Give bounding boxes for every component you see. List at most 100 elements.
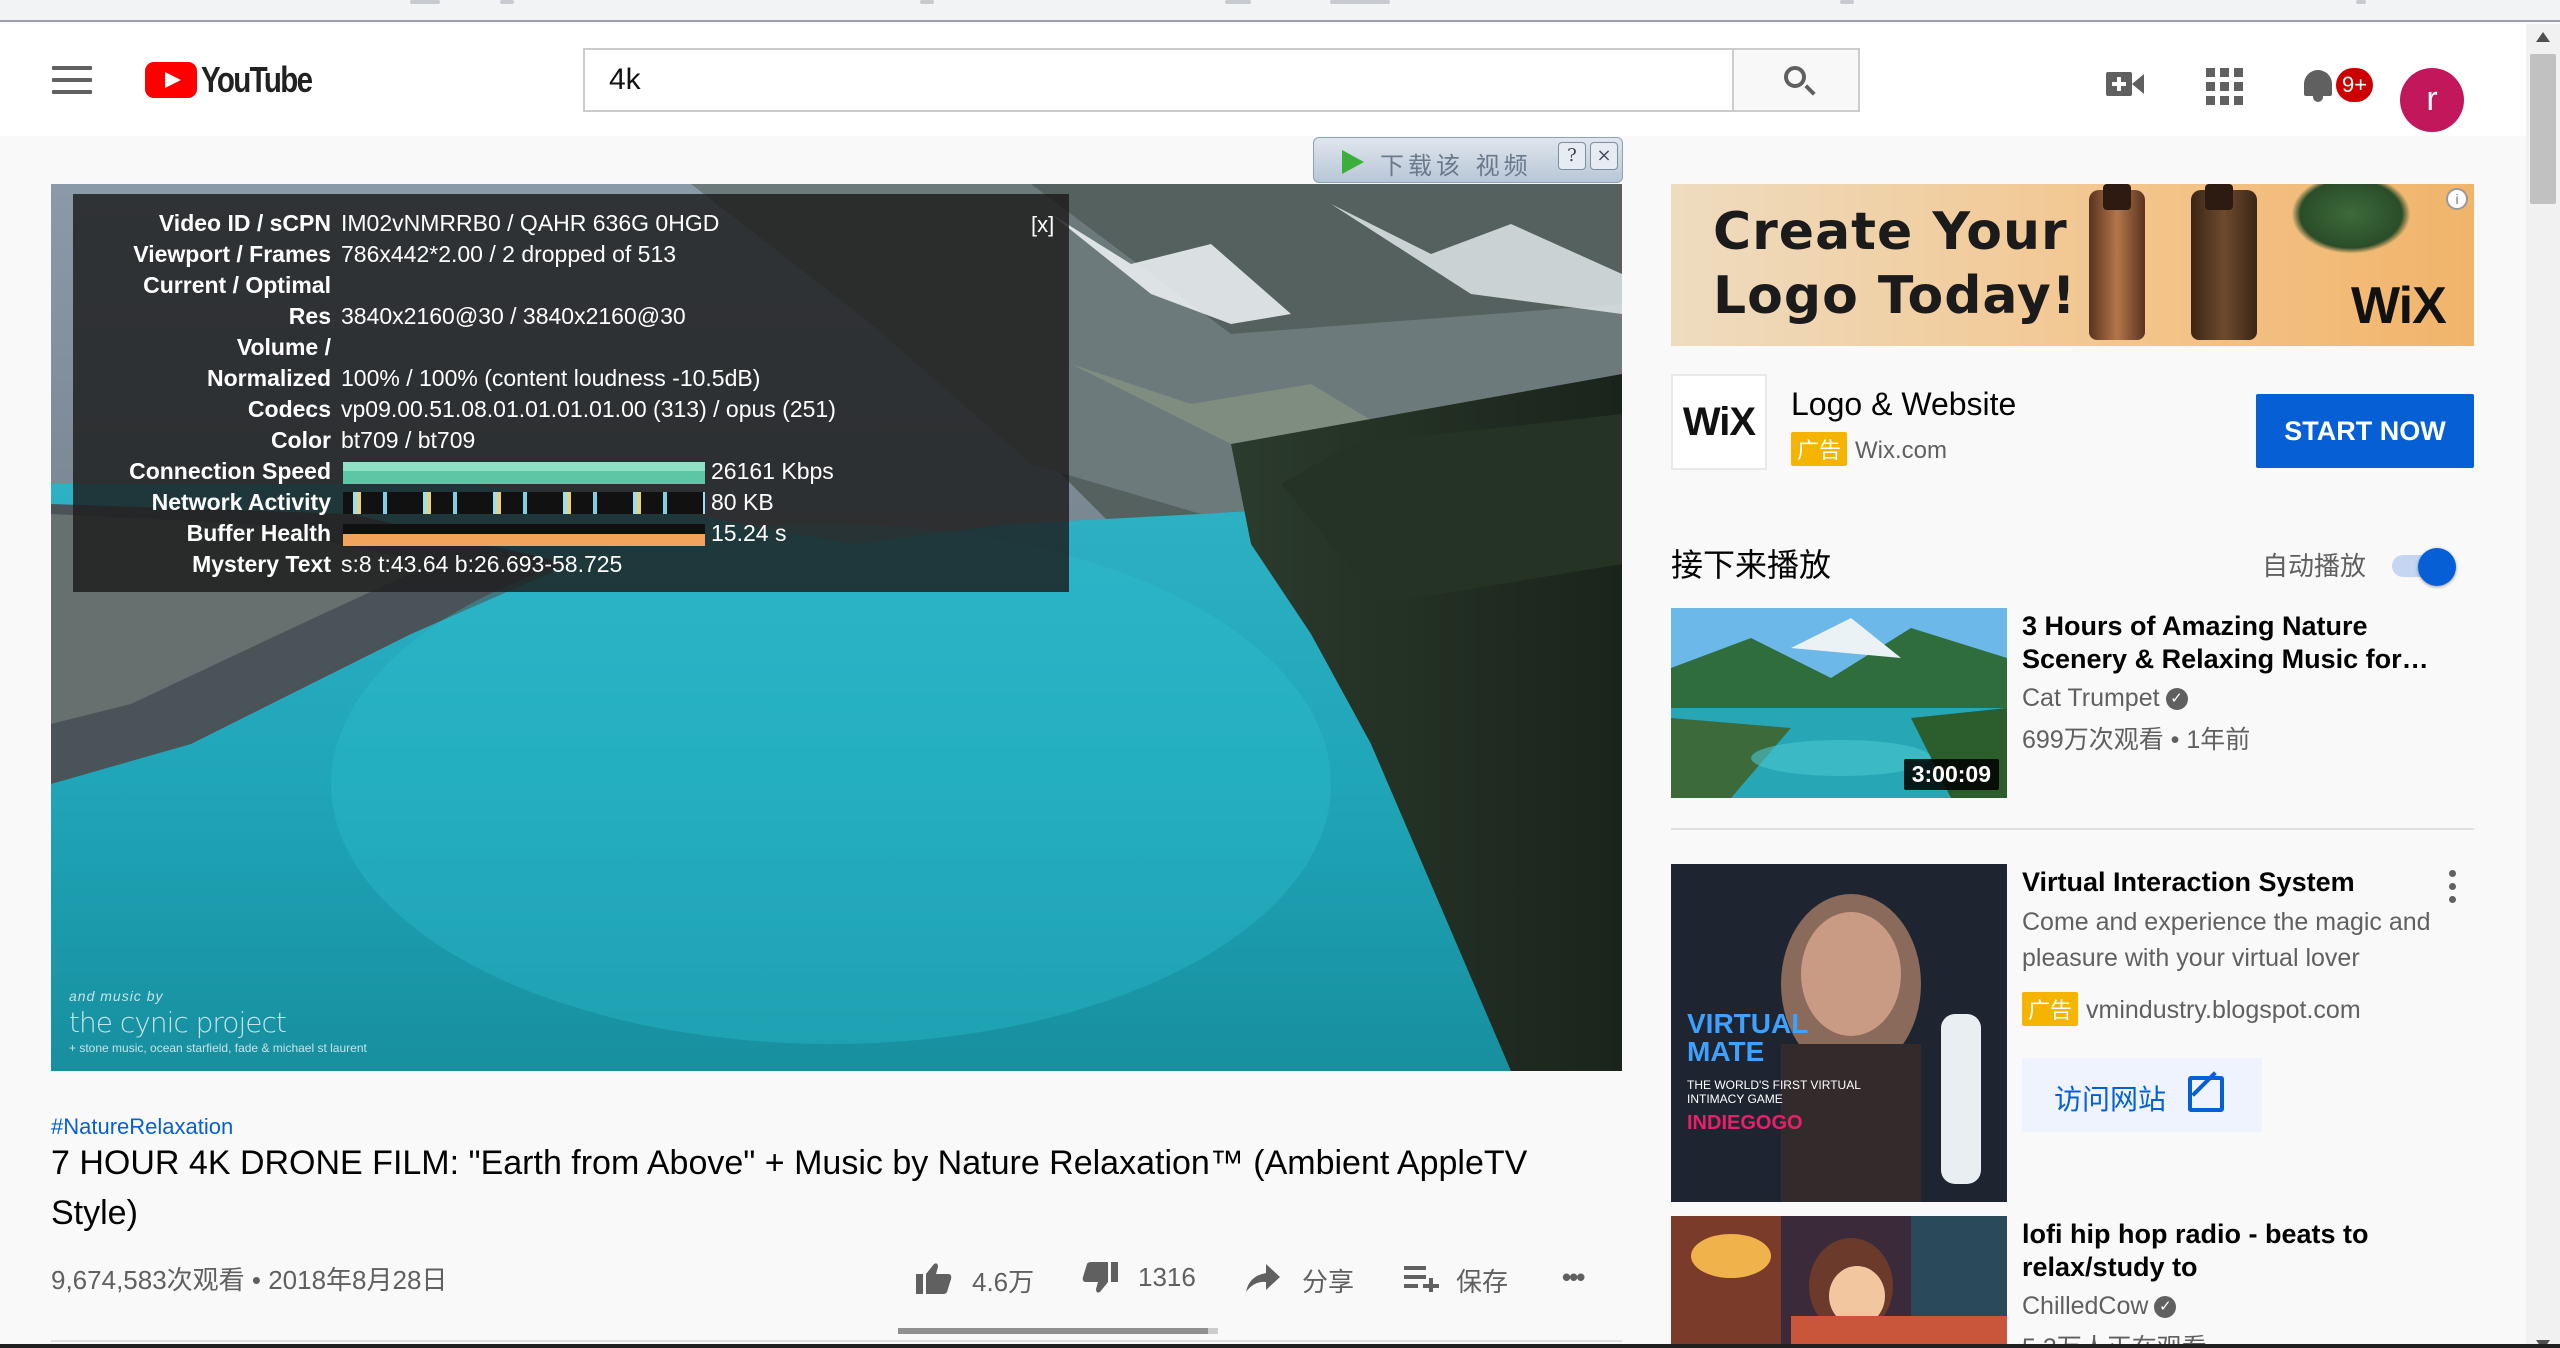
stat-label: Connection Speed (129, 458, 331, 484)
create-video-icon[interactable] (2106, 64, 2146, 104)
scrollbar-thumb[interactable] (2530, 54, 2556, 204)
recommended-video[interactable]: 3:00:09 3 Hours of Amazing Nature Scener… (1671, 608, 2474, 798)
stat-value: IM02vNMRRB0 / QAHR 636G 0HGD (341, 210, 720, 236)
stat-value: s:8 t:43.64 b:26.693-58.725 (341, 551, 623, 577)
download-help-button[interactable]: ? (1558, 142, 1586, 170)
product-bottle-image (2089, 184, 2145, 340)
sponsored-video[interactable]: VIRTUAL MATE THE WORLD'S FIRST VIRTUAL I… (1671, 864, 2474, 1202)
notifications-bell-icon[interactable] (2298, 64, 2338, 104)
page-scrollbar[interactable] (2526, 24, 2560, 1348)
ad-thumbnail-tagline: THE WORLD'S FIRST VIRTUAL INTIMACY GAME (1687, 1078, 1861, 1106)
verified-check-icon: ✓ (2154, 1296, 2177, 1319)
thumbs-up-icon (916, 1263, 952, 1294)
masthead: YouTube 9+ r (0, 24, 2526, 136)
like-dislike-ratio-bar (898, 1328, 1218, 1334)
ad-info-icon[interactable]: i (2446, 188, 2468, 210)
like-ratio-fill (898, 1328, 1209, 1334)
dislike-button[interactable]: 1316 (1082, 1258, 1202, 1298)
ad-badge: 广告 (2022, 992, 2079, 1026)
channel-name[interactable]: ChilledCow (2022, 1292, 2148, 1320)
stat-label: Volume / (236, 334, 331, 360)
video-duration: 3:00:09 (1903, 759, 1999, 790)
stat-label: Color (270, 427, 331, 453)
autoplay-label: 自动播放 (2262, 551, 2367, 581)
connection-speed-graph (343, 462, 705, 484)
stat-value: bt709 / bt709 (341, 427, 476, 453)
divider (1671, 828, 2474, 830)
ad-thumbnail[interactable]: VIRTUAL MATE THE WORLD'S FIRST VIRTUAL I… (1671, 864, 2007, 1202)
video-title[interactable]: 3 Hours of Amazing Nature Scenery & Rela… (2022, 610, 2442, 676)
credit-line: + stone music, ocean starfield, fade & m… (69, 1041, 367, 1055)
youtube-logo[interactable]: YouTube (145, 59, 336, 100)
hashtag-link[interactable]: #NatureRelaxation (51, 1114, 233, 1140)
video-thumbnail[interactable]: 3:00:09 (1671, 608, 2007, 798)
stat-value: 80 KB (711, 489, 774, 515)
verified-check-icon: ✓ (2165, 688, 2188, 711)
browser-tab-strip (0, 0, 2560, 22)
network-activity-graph (343, 492, 705, 514)
stat-value: 100% / 100% (content loudness -10.5dB) (341, 365, 761, 391)
like-button[interactable]: 4.6万 (916, 1258, 1036, 1298)
ad-banner-headline: Create Your Logo Today! (1713, 202, 2077, 326)
stats-for-nerds-panel: [x] Video ID / sCPN IM02vNMRRB0 / QAHR 6… (73, 194, 1069, 592)
product-jar-image (2191, 184, 2257, 340)
search-box (583, 48, 1735, 112)
dislike-count: 1316 (1138, 1262, 1196, 1292)
video-title[interactable]: lofi hip hop radio - beats to relax/stud… (2022, 1218, 2442, 1284)
stat-label: Mystery Text (192, 551, 331, 577)
stats-close-button[interactable]: [x] (1031, 212, 1054, 238)
download-play-icon (1342, 150, 1364, 174)
credit-line: the cynic project (69, 1006, 287, 1039)
logo-text: YouTube (201, 59, 313, 100)
stat-value: vp09.00.51.08.01.01.01.01.00 (313) / opu… (341, 396, 836, 422)
video-thumbnail[interactable] (1671, 1216, 2007, 1348)
ad-domain-row: 广告 vmindustry.blogspot.com (2022, 992, 2361, 1026)
menu-icon[interactable] (52, 66, 92, 96)
stat-label: Codecs (247, 396, 331, 422)
scroll-up-arrow-icon[interactable] (2536, 32, 2550, 42)
ad-domain-row: 广告 Wix.com (1791, 432, 1947, 466)
stat-label: Buffer Health (186, 520, 331, 546)
apps-grid-icon[interactable] (2202, 64, 2243, 105)
stat-label: Video ID / sCPN (158, 210, 331, 236)
up-next-heading: 接下来播放 (1671, 547, 1832, 583)
download-video-bar[interactable]: 下载该 视频 ? × (1313, 137, 1623, 183)
ad-banner-image[interactable]: Create Your Logo Today! WiX (1671, 184, 2474, 346)
video-title[interactable]: Virtual Interaction System (2022, 866, 2442, 899)
stat-value: 15.24 s (711, 520, 787, 546)
download-close-button[interactable]: × (1590, 142, 1618, 170)
ad-thumbnail-brand: VIRTUAL MATE (1687, 1008, 1808, 1067)
more-options-icon[interactable] (2446, 870, 2458, 910)
share-label: 分享 (1302, 1267, 1355, 1297)
divider (51, 1340, 1622, 1342)
youtube-play-icon (145, 62, 197, 98)
video-player[interactable]: [x] Video ID / sCPN IM02vNMRRB0 / QAHR 6… (51, 184, 1622, 1071)
save-button[interactable]: 保存 (1404, 1258, 1514, 1298)
more-dots-icon: ••• (1562, 1262, 1585, 1292)
buffer-health-graph (343, 524, 705, 546)
avatar[interactable]: r (2400, 68, 2464, 132)
more-actions-button[interactable]: ••• (1562, 1258, 1606, 1298)
start-now-button[interactable]: START NOW (2256, 394, 2474, 468)
channel-name-row: ChilledCow ✓ (2022, 1292, 2177, 1321)
download-label[interactable]: 下载该 视频 (1380, 146, 1532, 181)
ad-domain: Wix.com (1855, 437, 1948, 464)
share-arrow-icon (1246, 1264, 1280, 1292)
notification-count-badge: 9+ (2336, 68, 2374, 102)
add-to-playlist-icon (1404, 1266, 1439, 1292)
channel-name[interactable]: Cat Trumpet (2022, 684, 2160, 712)
search-icon (1784, 66, 1806, 88)
video-title: 7 HOUR 4K DRONE FILM: "Earth from Above"… (51, 1144, 1528, 1232)
search-button[interactable] (1732, 48, 1860, 112)
ad-title[interactable]: Logo & Website (1791, 386, 2016, 423)
window-bottom-edge (0, 1344, 2560, 1348)
autoplay-toggle[interactable] (2386, 548, 2456, 586)
stat-value: 3840x2160@30 / 3840x2160@30 (341, 303, 686, 329)
stat-label: Network Activity (151, 489, 331, 515)
search-input[interactable] (585, 50, 1735, 110)
visit-site-button[interactable]: 访问网站 (2022, 1058, 2262, 1132)
share-button[interactable]: 分享 (1246, 1258, 1356, 1298)
video-meta: 699万次观看 • 1年前 (2022, 726, 2251, 754)
recommended-video[interactable]: lofi hip hop radio - beats to relax/stud… (1671, 1216, 2474, 1348)
lofi-girl-thumbnail-image (1671, 1216, 2007, 1348)
